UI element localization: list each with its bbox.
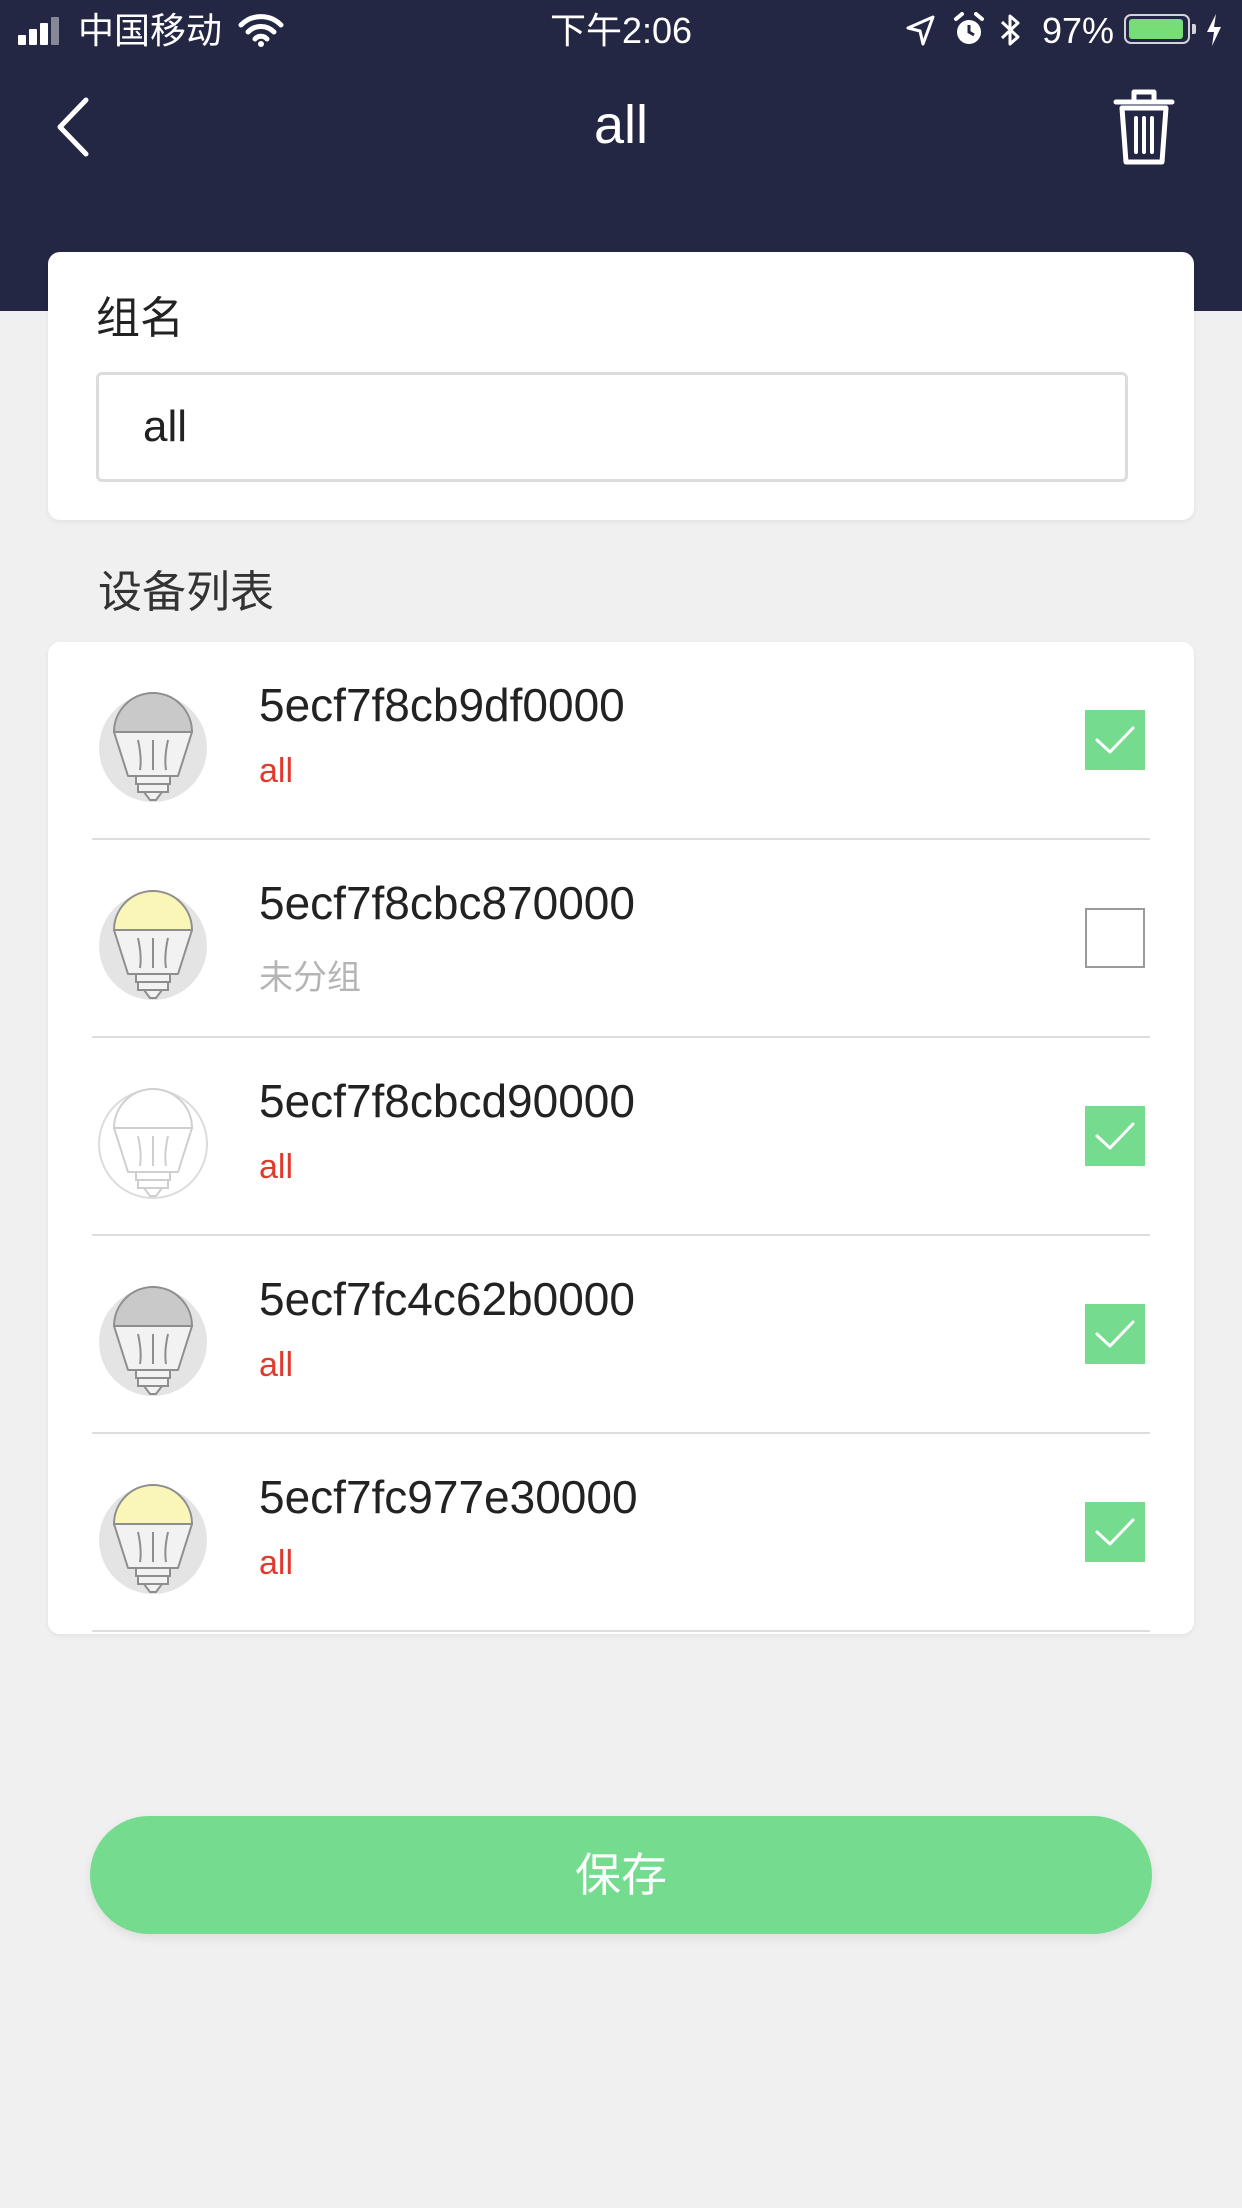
device-row[interactable]: 5ecf7f8cbcd90000 all xyxy=(48,1038,1194,1236)
device-group-label: all xyxy=(259,1544,294,1582)
bulb-icon xyxy=(98,878,208,1002)
group-name-label: 组名 xyxy=(96,294,184,343)
charging-icon xyxy=(1204,12,1224,57)
device-group-label: all xyxy=(259,1346,294,1384)
checkmark-icon xyxy=(1095,1122,1135,1150)
device-list: 5ecf7f8cb9df0000 all 5ecf7f8cbc870000 未分组 … xyxy=(48,642,1194,1634)
checkmark-icon xyxy=(1095,1320,1135,1348)
row-divider xyxy=(92,1630,1150,1632)
bulb-icon xyxy=(98,1274,208,1398)
trash-icon xyxy=(1113,89,1175,165)
device-checkbox[interactable] xyxy=(1085,908,1145,968)
device-checkbox[interactable] xyxy=(1085,710,1145,770)
device-group-label: 未分组 xyxy=(259,959,361,997)
bulb-icon xyxy=(98,1472,208,1596)
device-id-label: 5ecf7f8cbc870000 xyxy=(259,877,635,929)
battery-level xyxy=(1129,19,1183,39)
bulb-icon xyxy=(98,680,208,804)
battery-cap xyxy=(1192,24,1196,34)
bluetooth-icon xyxy=(998,12,1024,57)
checkmark-icon xyxy=(1095,726,1135,754)
device-id-label: 5ecf7f8cbcd90000 xyxy=(259,1075,635,1127)
alarm-icon xyxy=(952,12,986,57)
device-group-label: all xyxy=(259,1148,294,1186)
device-row[interactable]: 5ecf7f8cbc870000 未分组 xyxy=(48,840,1194,1038)
group-name-input[interactable] xyxy=(96,372,1128,482)
delete-group-button[interactable] xyxy=(1108,86,1180,168)
device-list-title: 设备列表 xyxy=(98,568,274,617)
bulb-icon xyxy=(98,1076,208,1200)
status-bar: 中国移动 下午2:06 97% xyxy=(0,0,1242,62)
device-id-label: 5ecf7f8cb9df0000 xyxy=(259,679,625,731)
checkmark-icon xyxy=(1095,1518,1135,1546)
device-checkbox[interactable] xyxy=(1085,1304,1145,1364)
device-checkbox[interactable] xyxy=(1085,1106,1145,1166)
device-group-label: all xyxy=(259,752,294,790)
device-checkbox[interactable] xyxy=(1085,1502,1145,1562)
battery-percent-label: 97% xyxy=(1042,10,1115,51)
battery-icon xyxy=(1124,14,1190,44)
device-row[interactable]: 5ecf7fc977e30000 all xyxy=(48,1434,1194,1632)
save-button[interactable]: 保存 xyxy=(90,1816,1152,1934)
group-name-card: 组名 xyxy=(48,252,1194,520)
location-icon xyxy=(904,14,936,57)
device-id-label: 5ecf7fc4c62b0000 xyxy=(259,1273,635,1325)
page-title: all xyxy=(593,95,649,155)
device-id-label: 5ecf7fc977e30000 xyxy=(259,1471,638,1523)
device-row[interactable]: 5ecf7fc4c62b0000 all xyxy=(48,1236,1194,1434)
device-row[interactable]: 5ecf7f8cb9df0000 all xyxy=(48,642,1194,840)
